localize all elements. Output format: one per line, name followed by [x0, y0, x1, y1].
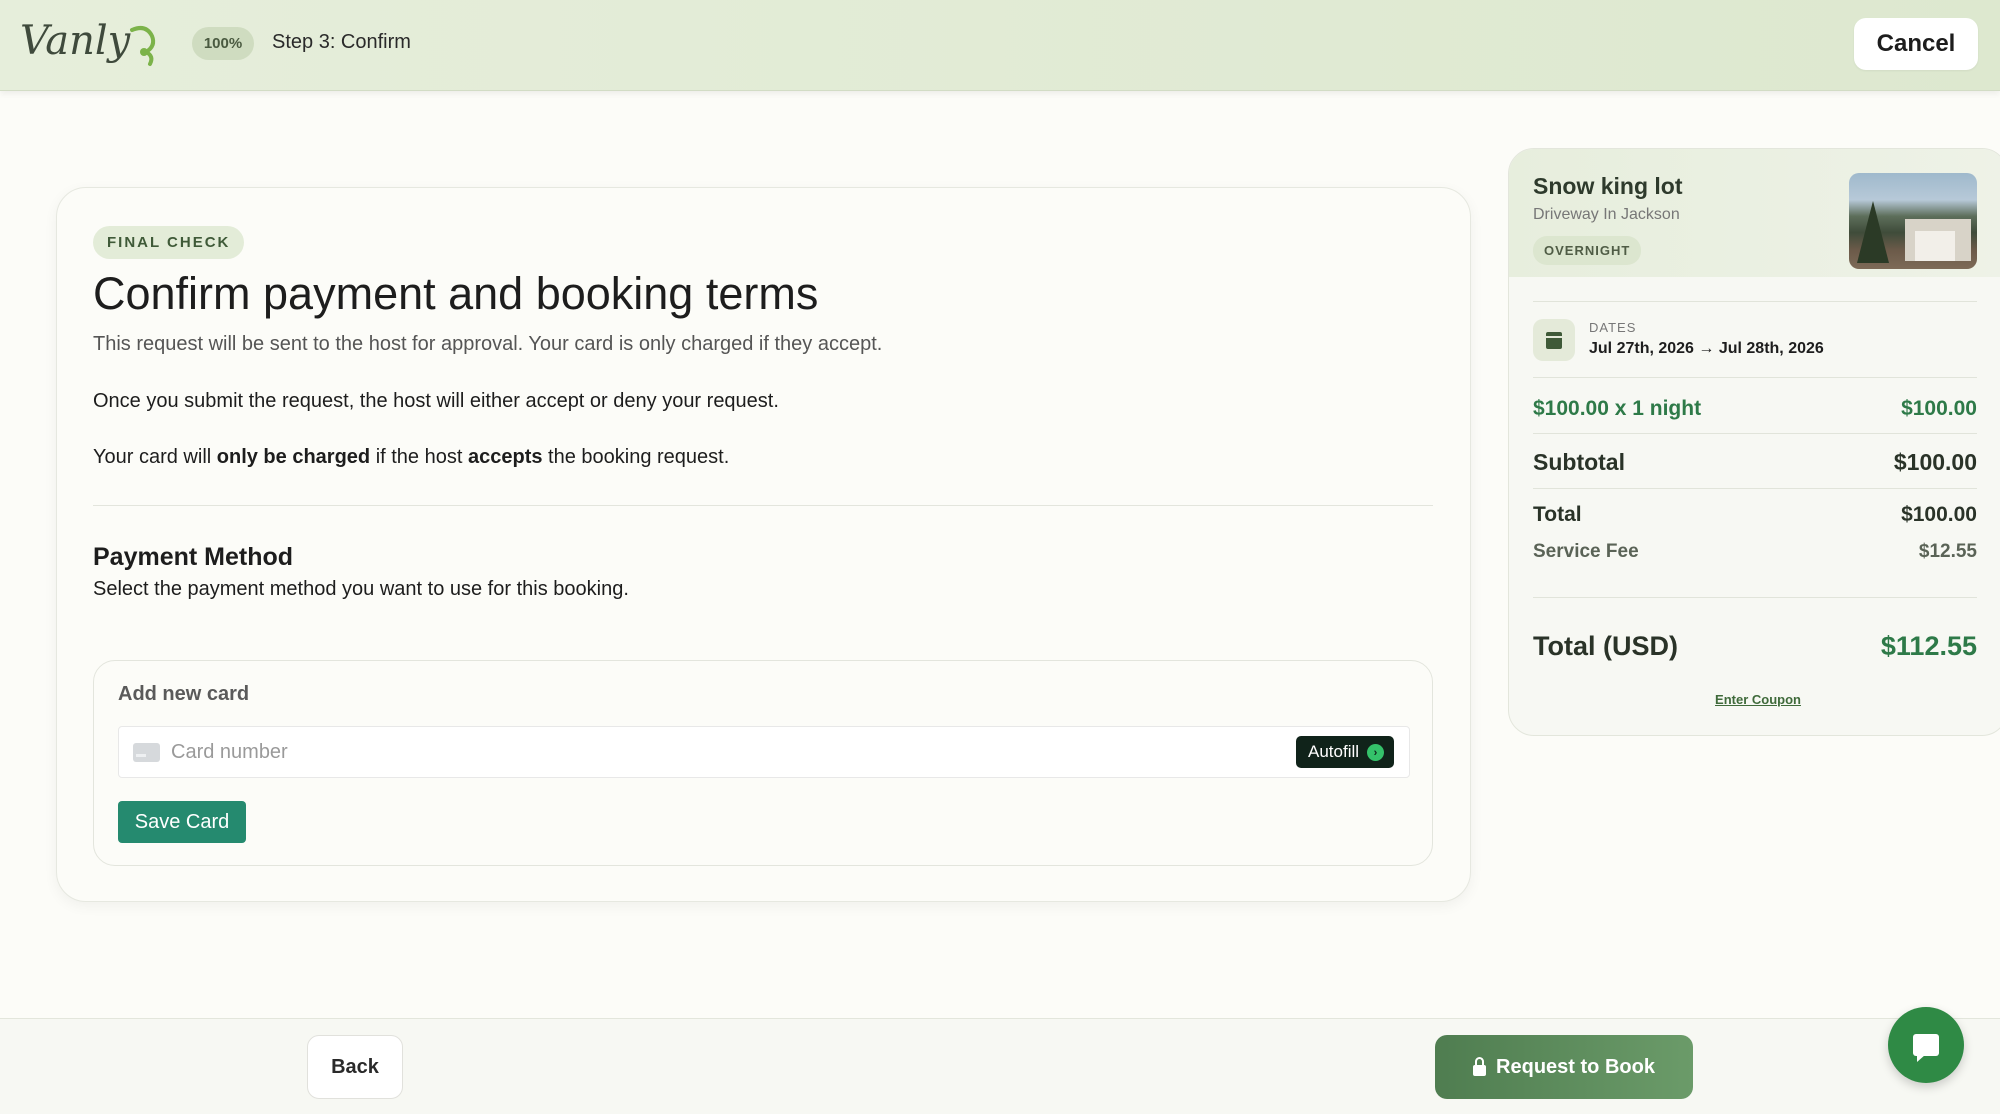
total-amount: $100.00: [1901, 503, 1977, 526]
chat-icon: [1913, 1034, 1939, 1062]
top-header: Vanly 100% Step 3: Confirm Cancel: [0, 0, 2000, 91]
request-to-book-button[interactable]: Request to Book: [1435, 1035, 1693, 1099]
back-button[interactable]: Back: [307, 1035, 403, 1099]
payment-method-description: Select the payment method you want to us…: [93, 578, 629, 600]
autofill-button[interactable]: Autofill ›: [1296, 736, 1394, 768]
cancel-button[interactable]: Cancel: [1854, 18, 1978, 70]
photo-tree-shape: [1857, 201, 1889, 263]
card-number-placeholder: Card number: [171, 741, 288, 763]
autofill-label: Autofill: [1308, 742, 1360, 761]
svg-text:Vanly: Vanly: [20, 18, 132, 64]
card-number-input[interactable]: Card number Autofill ›: [118, 726, 1410, 778]
footer-bar: Back Request to Book: [0, 1018, 2000, 1114]
arrow-circle-icon: ›: [1367, 744, 1384, 761]
info-text-part: if the host: [370, 446, 468, 468]
dates-label: DATES: [1589, 320, 1637, 335]
summary-divider: [1533, 433, 1977, 434]
lock-icon: [1473, 1056, 1487, 1076]
page-subtitle: This request will be sent to the host fo…: [93, 333, 883, 355]
nightly-rate-row: $100.00 x 1 night $100.00: [1533, 397, 1977, 421]
listing-name: Snow king lot: [1533, 173, 1683, 199]
info-text-part: the booking request.: [542, 446, 730, 468]
info-text-bold: only be charged: [216, 446, 371, 468]
enter-coupon-link[interactable]: Enter Coupon: [1509, 692, 2000, 707]
chat-button[interactable]: [1888, 1007, 1964, 1083]
dates-icon-wrap: [1533, 319, 1575, 361]
nightly-rate-amount: $100.00: [1901, 397, 1977, 420]
summary-divider: [1533, 488, 1977, 489]
subtotal-amount: $100.00: [1893, 449, 1977, 475]
listing-photo[interactable]: [1849, 173, 1977, 269]
payment-method-title: Payment Method: [93, 543, 294, 571]
grand-total-label: Total (USD): [1533, 631, 1678, 661]
service-fee-row: Service Fee $12.55: [1533, 541, 1977, 563]
step-label: Step 3: Confirm: [272, 31, 411, 53]
grand-total-amount: $112.55: [1880, 631, 1977, 661]
final-check-badge: FINAL CHECK: [93, 226, 245, 259]
request-to-book-label: Request to Book: [1496, 1055, 1655, 1078]
confirm-card: FINAL CHECK Confirm payment and booking …: [56, 187, 1471, 902]
total-row: Total $100.00: [1533, 503, 1977, 527]
section-divider: [93, 505, 1433, 506]
grand-total-row: Total (USD) $112.55: [1533, 631, 1977, 662]
listing-header: Snow king lot Driveway In Jackson OVERNI…: [1509, 149, 2000, 277]
dates-value: Jul 27th, 2026 → Jul 28th, 2026: [1589, 340, 1824, 357]
total-label: Total: [1533, 503, 1582, 526]
credit-card-icon: [133, 743, 160, 762]
page-title: Confirm payment and booking terms: [93, 268, 819, 319]
subtotal-label: Subtotal: [1533, 449, 1625, 475]
booking-summary: Snow king lot Driveway In Jackson OVERNI…: [1508, 148, 2000, 736]
calendar-icon: [1546, 331, 1562, 349]
subtotal-row: Subtotal $100.00: [1533, 449, 1977, 476]
summary-divider: [1533, 301, 1977, 302]
nightly-rate-label: $100.00 x 1 night: [1533, 397, 1702, 420]
info-text-bold: accepts: [467, 446, 543, 468]
add-card-label: Add new card: [118, 683, 250, 705]
summary-divider: [1533, 377, 1977, 378]
info-text-charge: Your card will only be charged if the ho…: [93, 446, 729, 469]
add-card-panel: Add new card Card number Autofill › Save…: [93, 660, 1433, 866]
listing-location: Driveway In Jackson: [1533, 206, 1680, 223]
photo-garage-shape: [1915, 231, 1955, 261]
service-fee-label: Service Fee: [1533, 541, 1639, 562]
vanly-logo[interactable]: Vanly: [20, 12, 165, 72]
info-text-part: Your card will: [93, 446, 217, 468]
progress-badge: 100%: [192, 27, 254, 60]
listing-type-tag: OVERNIGHT: [1533, 236, 1642, 265]
save-card-button[interactable]: Save Card: [118, 801, 246, 843]
summary-divider: [1533, 597, 1977, 598]
service-fee-amount: $12.55: [1918, 541, 1977, 562]
info-text-approval: Once you submit the request, the host wi…: [93, 390, 779, 412]
